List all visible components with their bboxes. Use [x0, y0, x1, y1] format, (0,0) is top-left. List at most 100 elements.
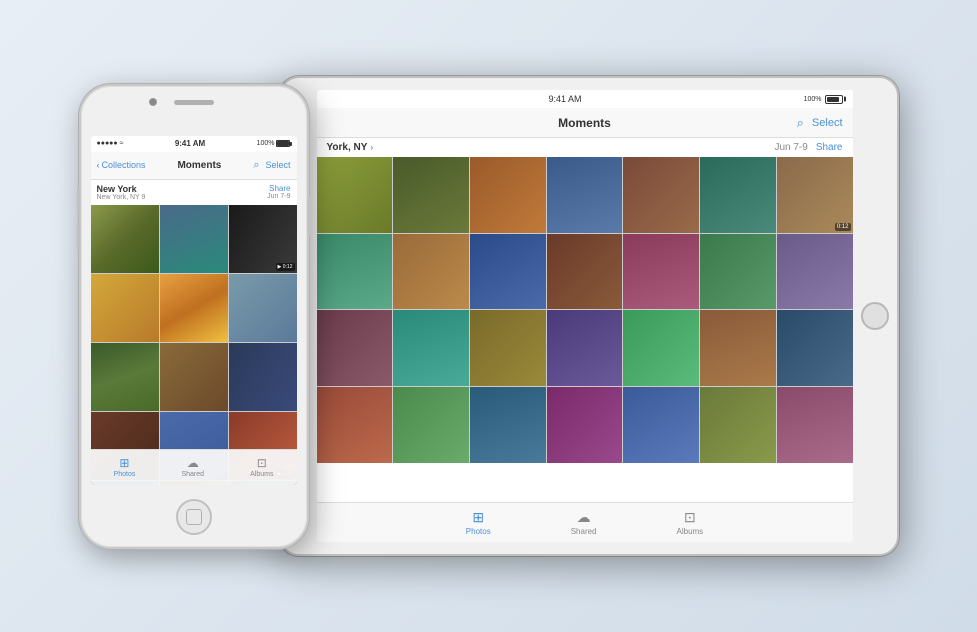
ipad-photo-cell[interactable]: [317, 157, 393, 233]
photo-cell[interactable]: [229, 343, 297, 411]
ipad-photo-cell[interactable]: [393, 387, 469, 463]
ipad-photo-cell[interactable]: [777, 234, 853, 310]
photos-label: Photos: [114, 471, 136, 478]
ipad-shared-icon: ☁: [577, 509, 591, 526]
photos-icon: ⊞: [119, 456, 129, 470]
ipad-select-button[interactable]: Select: [812, 117, 843, 129]
photo-cell[interactable]: ▶ 0:12: [229, 205, 297, 273]
iphone-nav-title: Moments: [177, 160, 221, 171]
ipad-photo-cell[interactable]: [470, 157, 546, 233]
photo-cell[interactable]: [229, 274, 297, 342]
ipad-moment-location[interactable]: York, NY ›: [327, 142, 374, 153]
ipad-photo-cell[interactable]: [470, 387, 546, 463]
back-label: Collections: [102, 160, 146, 170]
ipad-photo-cell[interactable]: [700, 157, 776, 233]
ipad-video-badge: 0:12: [835, 223, 851, 231]
photo-cell[interactable]: [160, 274, 228, 342]
ipad-device: 9:41 AM 100% Moments ⌕ Select York, NY ›: [279, 76, 899, 556]
ipad-photo-cell[interactable]: [393, 157, 469, 233]
ipad-status-right: 100%: [804, 95, 843, 104]
ipad-tab-shared[interactable]: ☁ Shared: [571, 509, 597, 536]
photo-cell[interactable]: [91, 343, 159, 411]
ipad-photo-cell[interactable]: [317, 234, 393, 310]
ipad-photo-cell[interactable]: [547, 234, 623, 310]
ipad-photo-cell[interactable]: [547, 387, 623, 463]
ipad-photo-cell[interactable]: [777, 310, 853, 386]
ipad-share-button[interactable]: Share: [816, 142, 843, 153]
ipad-moment-date: Jun 7-9: [774, 142, 807, 153]
photo-cell[interactable]: [91, 205, 159, 273]
signal-icon: ●●●●● ≈: [97, 140, 124, 147]
back-button[interactable]: ‹ Collections: [97, 160, 146, 170]
status-time: 9:41 AM: [175, 139, 205, 148]
ipad-nav-right: ⌕ Select: [797, 115, 843, 131]
iphone-nav-actions: ⌕ Select: [253, 159, 290, 172]
battery-status: 100%: [257, 140, 291, 147]
ipad-albums-label: Albums: [677, 527, 704, 536]
albums-label: Albums: [250, 471, 273, 478]
battery-icon: [276, 140, 290, 147]
ipad-search-button[interactable]: ⌕: [797, 115, 804, 131]
ipad-screen: 9:41 AM 100% Moments ⌕ Select York, NY ›: [317, 90, 853, 542]
ipad-nav-title: Moments: [558, 116, 611, 130]
moment-share: Share Jun 7-9: [267, 184, 290, 200]
moment-sublocation: New York, NY 9: [97, 194, 146, 201]
tab-shared[interactable]: ☁ Shared: [181, 456, 204, 478]
ipad-photos-label: Photos: [466, 527, 491, 536]
ipad-status-time: 9:41 AM: [327, 94, 804, 104]
ipad-photo-cell[interactable]: [547, 310, 623, 386]
tab-albums[interactable]: ⊡ Albums: [250, 456, 273, 478]
chevron-left-icon: ‹: [97, 160, 100, 170]
ipad-photo-cell[interactable]: [470, 310, 546, 386]
search-button[interactable]: ⌕: [253, 159, 259, 172]
ipad-photo-cell[interactable]: [700, 310, 776, 386]
iphone-power-btn: [308, 196, 311, 236]
ipad-photo-cell[interactable]: [700, 234, 776, 310]
ipad-photos-icon: ⊞: [472, 509, 484, 526]
ipad-albums-icon: ⊡: [684, 509, 696, 526]
battery-pct: 100%: [257, 140, 275, 147]
photo-cell[interactable]: [91, 274, 159, 342]
ipad-photo-cell[interactable]: [317, 387, 393, 463]
iphone-camera: [149, 98, 157, 106]
ipad-photo-cell[interactable]: [777, 387, 853, 463]
tab-photos[interactable]: ⊞ Photos: [114, 456, 136, 478]
albums-icon: ⊡: [257, 456, 267, 470]
ipad-photo-cell[interactable]: [623, 234, 699, 310]
ipad-tab-albums[interactable]: ⊡ Albums: [677, 509, 704, 536]
ipad-photo-cell[interactable]: [623, 387, 699, 463]
ipad-photo-cell[interactable]: [623, 310, 699, 386]
iphone-home-btn[interactable]: [176, 499, 212, 535]
ipad-moment-right: Jun 7-9 Share: [774, 142, 842, 153]
iphone-speaker: [174, 100, 214, 105]
ipad-photo-cell[interactable]: [393, 234, 469, 310]
shared-icon: ☁: [187, 456, 199, 470]
ipad-photo-cell[interactable]: [317, 310, 393, 386]
ipad-photo-cell[interactable]: [623, 157, 699, 233]
moment-info: New York New York, NY 9: [97, 184, 146, 201]
ipad-tab-photos[interactable]: ⊞ Photos: [466, 509, 491, 536]
ipad-battery-icon: [825, 95, 843, 104]
ipad-home-btn[interactable]: [861, 302, 889, 330]
ipad-battery-pct: 100%: [804, 96, 822, 103]
iphone-statusbar: ●●●●● ≈ 9:41 AM 100%: [91, 136, 297, 152]
moment-city[interactable]: New York: [97, 184, 146, 194]
iphone-photo-grid: ▶ 0:12▶ 0:25▶ 0:12: [91, 205, 297, 485]
share-button[interactable]: Share: [267, 184, 290, 193]
ipad-photo-cell[interactable]: [700, 387, 776, 463]
ipad-photo-cell[interactable]: [393, 310, 469, 386]
ipad-navbar: Moments ⌕ Select: [317, 108, 853, 138]
battery-fill: [827, 97, 840, 102]
location-text: York, NY: [327, 142, 368, 153]
photo-cell[interactable]: [160, 343, 228, 411]
ipad-photo-cell[interactable]: [470, 234, 546, 310]
ipad-tabbar: ⊞ Photos ☁ Shared ⊡ Albums: [317, 502, 853, 542]
chevron-right-icon: ›: [370, 143, 373, 152]
ipad-photo-cell[interactable]: [547, 157, 623, 233]
select-button[interactable]: Select: [265, 160, 290, 170]
iphone-vol-down-btn: [77, 222, 80, 250]
ipad-photo-cell[interactable]: 0:12: [777, 157, 853, 233]
photo-cell[interactable]: [160, 205, 228, 273]
iphone-navbar: ‹ Collections Moments ⌕ Select: [91, 152, 297, 180]
shared-label: Shared: [181, 471, 204, 478]
